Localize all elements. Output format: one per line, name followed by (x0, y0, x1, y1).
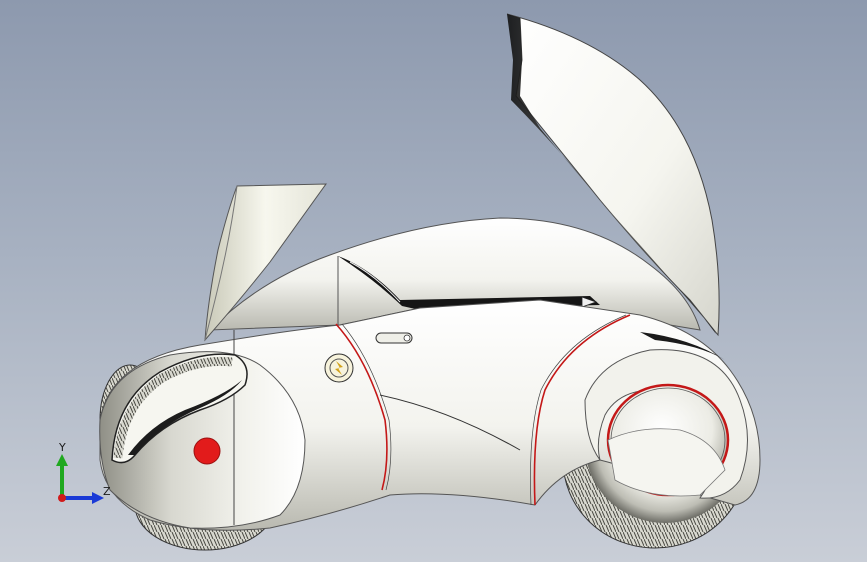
cad-viewport[interactable]: Y Z (0, 0, 867, 562)
vehicle-model[interactable] (0, 0, 867, 562)
z-axis-label: Z (103, 485, 111, 498)
y-axis-label: Y (59, 441, 66, 454)
main-body (99, 299, 761, 531)
coordinate-triad: Y Z (52, 440, 112, 510)
